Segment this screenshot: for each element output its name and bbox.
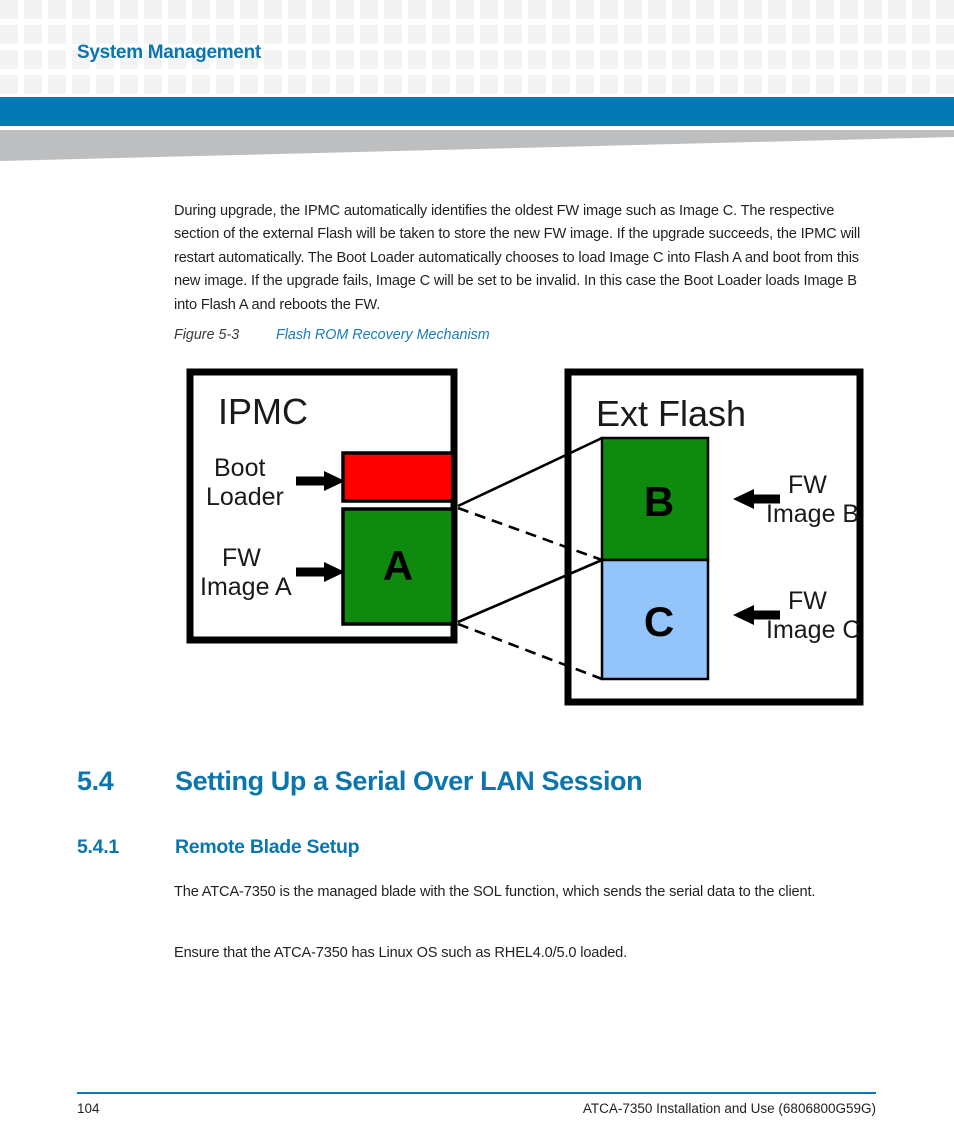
- flash-rom-recovery-diagram: IPMC Boot Loader FW Image A A Ext Flash …: [186, 368, 864, 706]
- figure-caption: Figure 5-3 Flash ROM Recovery Mechanism: [174, 327, 490, 343]
- section-heading-5-4-number: 5.4: [77, 766, 114, 797]
- sol-paragraph: The ATCA-7350 is the managed blade with …: [174, 883, 816, 900]
- intro-paragraph: During upgrade, the IPMC automatically i…: [174, 202, 861, 313]
- fw-image-b-label-line2: Image B: [766, 500, 859, 528]
- image-b-letter: B: [644, 478, 674, 525]
- boot-loader-block: [341, 451, 455, 503]
- section-heading-5-4: 5.4 Setting Up a Serial Over LAN Session: [77, 766, 643, 797]
- section-heading-5-4-1: 5.4.1 Remote Blade Setup: [77, 836, 360, 859]
- figure-caption-number: Figure 5-3: [174, 327, 240, 343]
- footer-rule: [77, 1092, 876, 1094]
- ext-flash-label: Ext Flash: [596, 393, 746, 434]
- image-a-letter: A: [383, 542, 413, 589]
- header-gray-wedge: [0, 130, 954, 161]
- footer-page-number: 104: [77, 1101, 100, 1116]
- image-c-letter: C: [644, 598, 674, 645]
- section-heading-5-4-1-number: 5.4.1: [77, 836, 119, 859]
- boot-loader-label-line1: Boot: [214, 454, 265, 482]
- header-blue-band: [0, 97, 954, 126]
- ipmc-label: IPMC: [218, 391, 308, 432]
- footer-document-title: ATCA-7350 Installation and Use (6806800G…: [582, 1101, 876, 1116]
- fw-image-a-label-line1: FW: [222, 544, 261, 572]
- section-heading-5-4-title: Setting Up a Serial Over LAN Session: [175, 766, 643, 797]
- fw-image-a-label-line2: Image A: [200, 573, 292, 601]
- figure-caption-title: Flash ROM Recovery Mechanism: [276, 327, 490, 343]
- fw-image-c-label-line1: FW: [788, 587, 827, 615]
- linux-paragraph: Ensure that the ATCA-7350 has Linux OS s…: [174, 944, 628, 961]
- fw-image-b-label-line1: FW: [788, 471, 827, 499]
- boot-loader-label-line2: Loader: [206, 483, 284, 511]
- section-heading-5-4-1-title: Remote Blade Setup: [175, 836, 360, 859]
- fw-image-c-label-line2: Image C: [766, 616, 860, 644]
- page-header-title: System Management: [77, 42, 261, 63]
